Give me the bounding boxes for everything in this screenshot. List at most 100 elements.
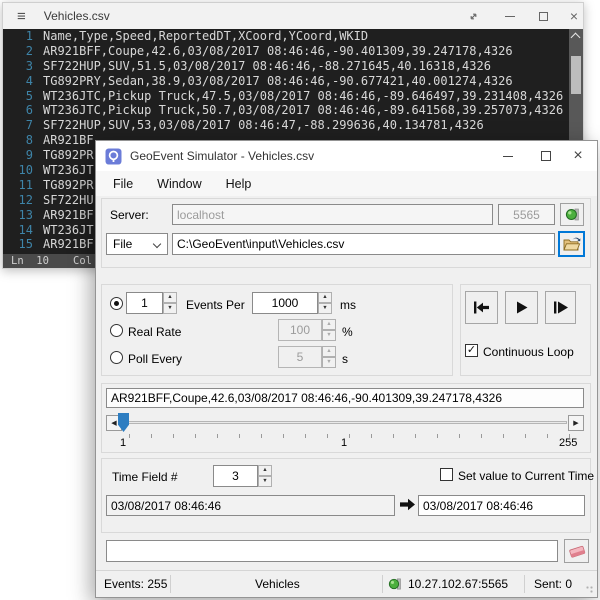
clear-log-button[interactable] [564, 539, 589, 563]
hamburger-menu-icon[interactable]: ≡ [17, 8, 26, 25]
line-number: 12 [3, 193, 33, 208]
slider-min-label: 1 [120, 437, 126, 449]
editor-close-button[interactable]: × [562, 3, 586, 29]
poll-every-spinner[interactable]: 5 ▲ ▼ [278, 346, 336, 368]
step-forward-icon [552, 300, 569, 315]
time-field-spinner[interactable]: 3 ▲ ▼ [213, 465, 272, 487]
code-line: 3SF722HUP,SUV,51.5,03/08/2017 08:46:46,-… [3, 59, 583, 74]
code-line: 7SF722HUP,SUV,53,03/08/2017 08:46:47,-88… [3, 118, 583, 133]
events-interval-spinner[interactable]: 1000 ▲ ▼ [252, 292, 332, 314]
time-to-field[interactable]: 03/08/2017 08:46:46 [418, 495, 585, 516]
editor-minimize-button[interactable] [498, 3, 522, 29]
spin-down-icon[interactable]: ▼ [318, 303, 332, 314]
current-event-field[interactable]: AR921BFF,Coupe,42.6,03/08/2017 08:46:46,… [106, 388, 584, 408]
poll-every-radio[interactable] [110, 351, 123, 364]
events-per-radio[interactable] [110, 297, 123, 310]
feed-name-status: Vehicles [255, 577, 300, 591]
line-number: 14 [3, 223, 33, 238]
file-path-input[interactable]: C:\GeoEvent\input\Vehicles.csv [172, 233, 555, 255]
line-text: SF722HUP,SUV,51.5,03/08/2017 08:46:46,-8… [43, 59, 491, 74]
statusbar-separator [382, 575, 383, 593]
time-from-field[interactable]: 03/08/2017 08:46:46 [106, 495, 395, 516]
server-port-input[interactable]: 5565 [498, 204, 555, 225]
events-count-spinner[interactable]: 1 ▲ ▼ [126, 292, 177, 314]
menu-help[interactable]: Help [214, 171, 264, 196]
line-text: Name,Type,Speed,ReportedDT,XCoord,YCoord… [43, 29, 368, 44]
line-text: AR921BF [43, 208, 94, 223]
simulator-minimize-button[interactable] [494, 141, 522, 171]
real-rate-spinner[interactable]: 100 ▲ ▼ [278, 319, 336, 341]
real-rate-radio[interactable] [110, 324, 123, 337]
menu-file[interactable]: File [101, 171, 145, 196]
skip-to-start-button[interactable] [465, 291, 498, 324]
time-field-label: Time Field # [112, 470, 178, 484]
maximize-icon [541, 151, 551, 161]
events-count-value[interactable]: 1 [126, 292, 163, 314]
line-text: SF722HU [43, 193, 94, 208]
editor-expand-button[interactable] [461, 3, 485, 29]
code-line: 1 Name,Type,Speed,ReportedDT,XCoord,YCoor… [3, 29, 583, 44]
spin-up-icon[interactable]: ▲ [318, 292, 332, 303]
step-button[interactable] [545, 291, 576, 324]
simulator-close-button[interactable]: × [564, 141, 592, 171]
menu-window[interactable]: Window [145, 171, 213, 196]
spin-down-icon[interactable]: ▼ [322, 330, 336, 341]
browse-file-button[interactable] [558, 231, 585, 257]
menubar: File Window Help [96, 171, 597, 196]
spin-up-icon[interactable]: ▲ [322, 346, 336, 357]
source-type-value: File [113, 237, 132, 251]
connect-button[interactable] [560, 203, 584, 226]
real-rate-label: Real Rate [128, 325, 181, 339]
slider-right-button[interactable]: ▶ [568, 415, 584, 431]
minimize-icon [505, 16, 515, 17]
line-text: TG892PRY,Sedan,38.9,03/08/2017 08:46:46,… [43, 74, 513, 89]
statusbar: Events: 255 Vehicles 10.27.102.67:5565 S… [96, 570, 597, 597]
line-text: TG892PR [43, 148, 94, 163]
spin-down-icon[interactable]: ▼ [163, 303, 177, 314]
events-interval-value[interactable]: 1000 [252, 292, 318, 314]
poll-every-value[interactable]: 5 [278, 346, 322, 368]
expand-diagonal-icon [468, 11, 479, 22]
events-unit-label: ms [340, 298, 356, 312]
spin-up-icon[interactable]: ▲ [163, 292, 177, 303]
real-rate-value[interactable]: 100 [278, 319, 322, 341]
play-icon [514, 300, 529, 315]
resize-grip[interactable] [586, 586, 594, 594]
simulator-maximize-button[interactable] [532, 141, 560, 171]
source-type-dropdown[interactable]: File [106, 233, 168, 255]
slider-tick-marks [129, 434, 571, 438]
check-icon: ✓ [467, 345, 476, 356]
open-folder-icon [563, 237, 581, 252]
line-number: 1 [3, 29, 33, 44]
spin-up-icon[interactable]: ▲ [322, 319, 336, 330]
connection-status-icon [565, 207, 580, 222]
time-field-value[interactable]: 3 [213, 465, 258, 487]
event-slider-track[interactable] [123, 421, 567, 424]
code-line: 5WT236JTC,Pickup Truck,47.5,03/08/2017 0… [3, 89, 583, 104]
code-line: 2AR921BFF,Coupe,42.6,03/08/2017 08:46:46… [3, 44, 583, 59]
editor-maximize-button[interactable] [531, 3, 555, 29]
line-indicator: Ln 10 [11, 255, 49, 267]
set-current-time-checkbox[interactable] [440, 468, 453, 481]
spin-up-icon[interactable]: ▲ [258, 465, 272, 476]
geoevent-simulator-window: GeoEvent Simulator - Vehicles.csv × File… [95, 140, 598, 598]
play-button[interactable] [505, 291, 538, 324]
eraser-icon [568, 544, 586, 558]
line-text: WT236JT [43, 163, 94, 178]
line-text: SF722HUP,SUV,53,03/08/2017 08:46:47,-88.… [43, 118, 484, 133]
set-current-time-label: Set value to Current Time [458, 469, 594, 483]
skip-to-start-icon [472, 300, 491, 315]
simulator-titlebar: GeoEvent Simulator - Vehicles.csv × [96, 141, 597, 171]
server-label: Server: [110, 208, 149, 222]
continuous-loop-checkbox[interactable]: ✓ [465, 344, 478, 357]
server-host-input[interactable]: localhost [172, 204, 493, 225]
arrow-left-icon: ◀ [111, 419, 116, 427]
log-input[interactable] [106, 540, 558, 562]
line-text: AR921BF [43, 133, 94, 148]
close-icon: × [573, 148, 582, 164]
events-count-status: Events: 255 [104, 577, 167, 591]
geoevent-app-icon [105, 148, 122, 165]
spin-down-icon[interactable]: ▼ [258, 476, 272, 487]
spin-down-icon[interactable]: ▼ [322, 357, 336, 368]
scrollbar-thumb[interactable] [571, 56, 581, 94]
